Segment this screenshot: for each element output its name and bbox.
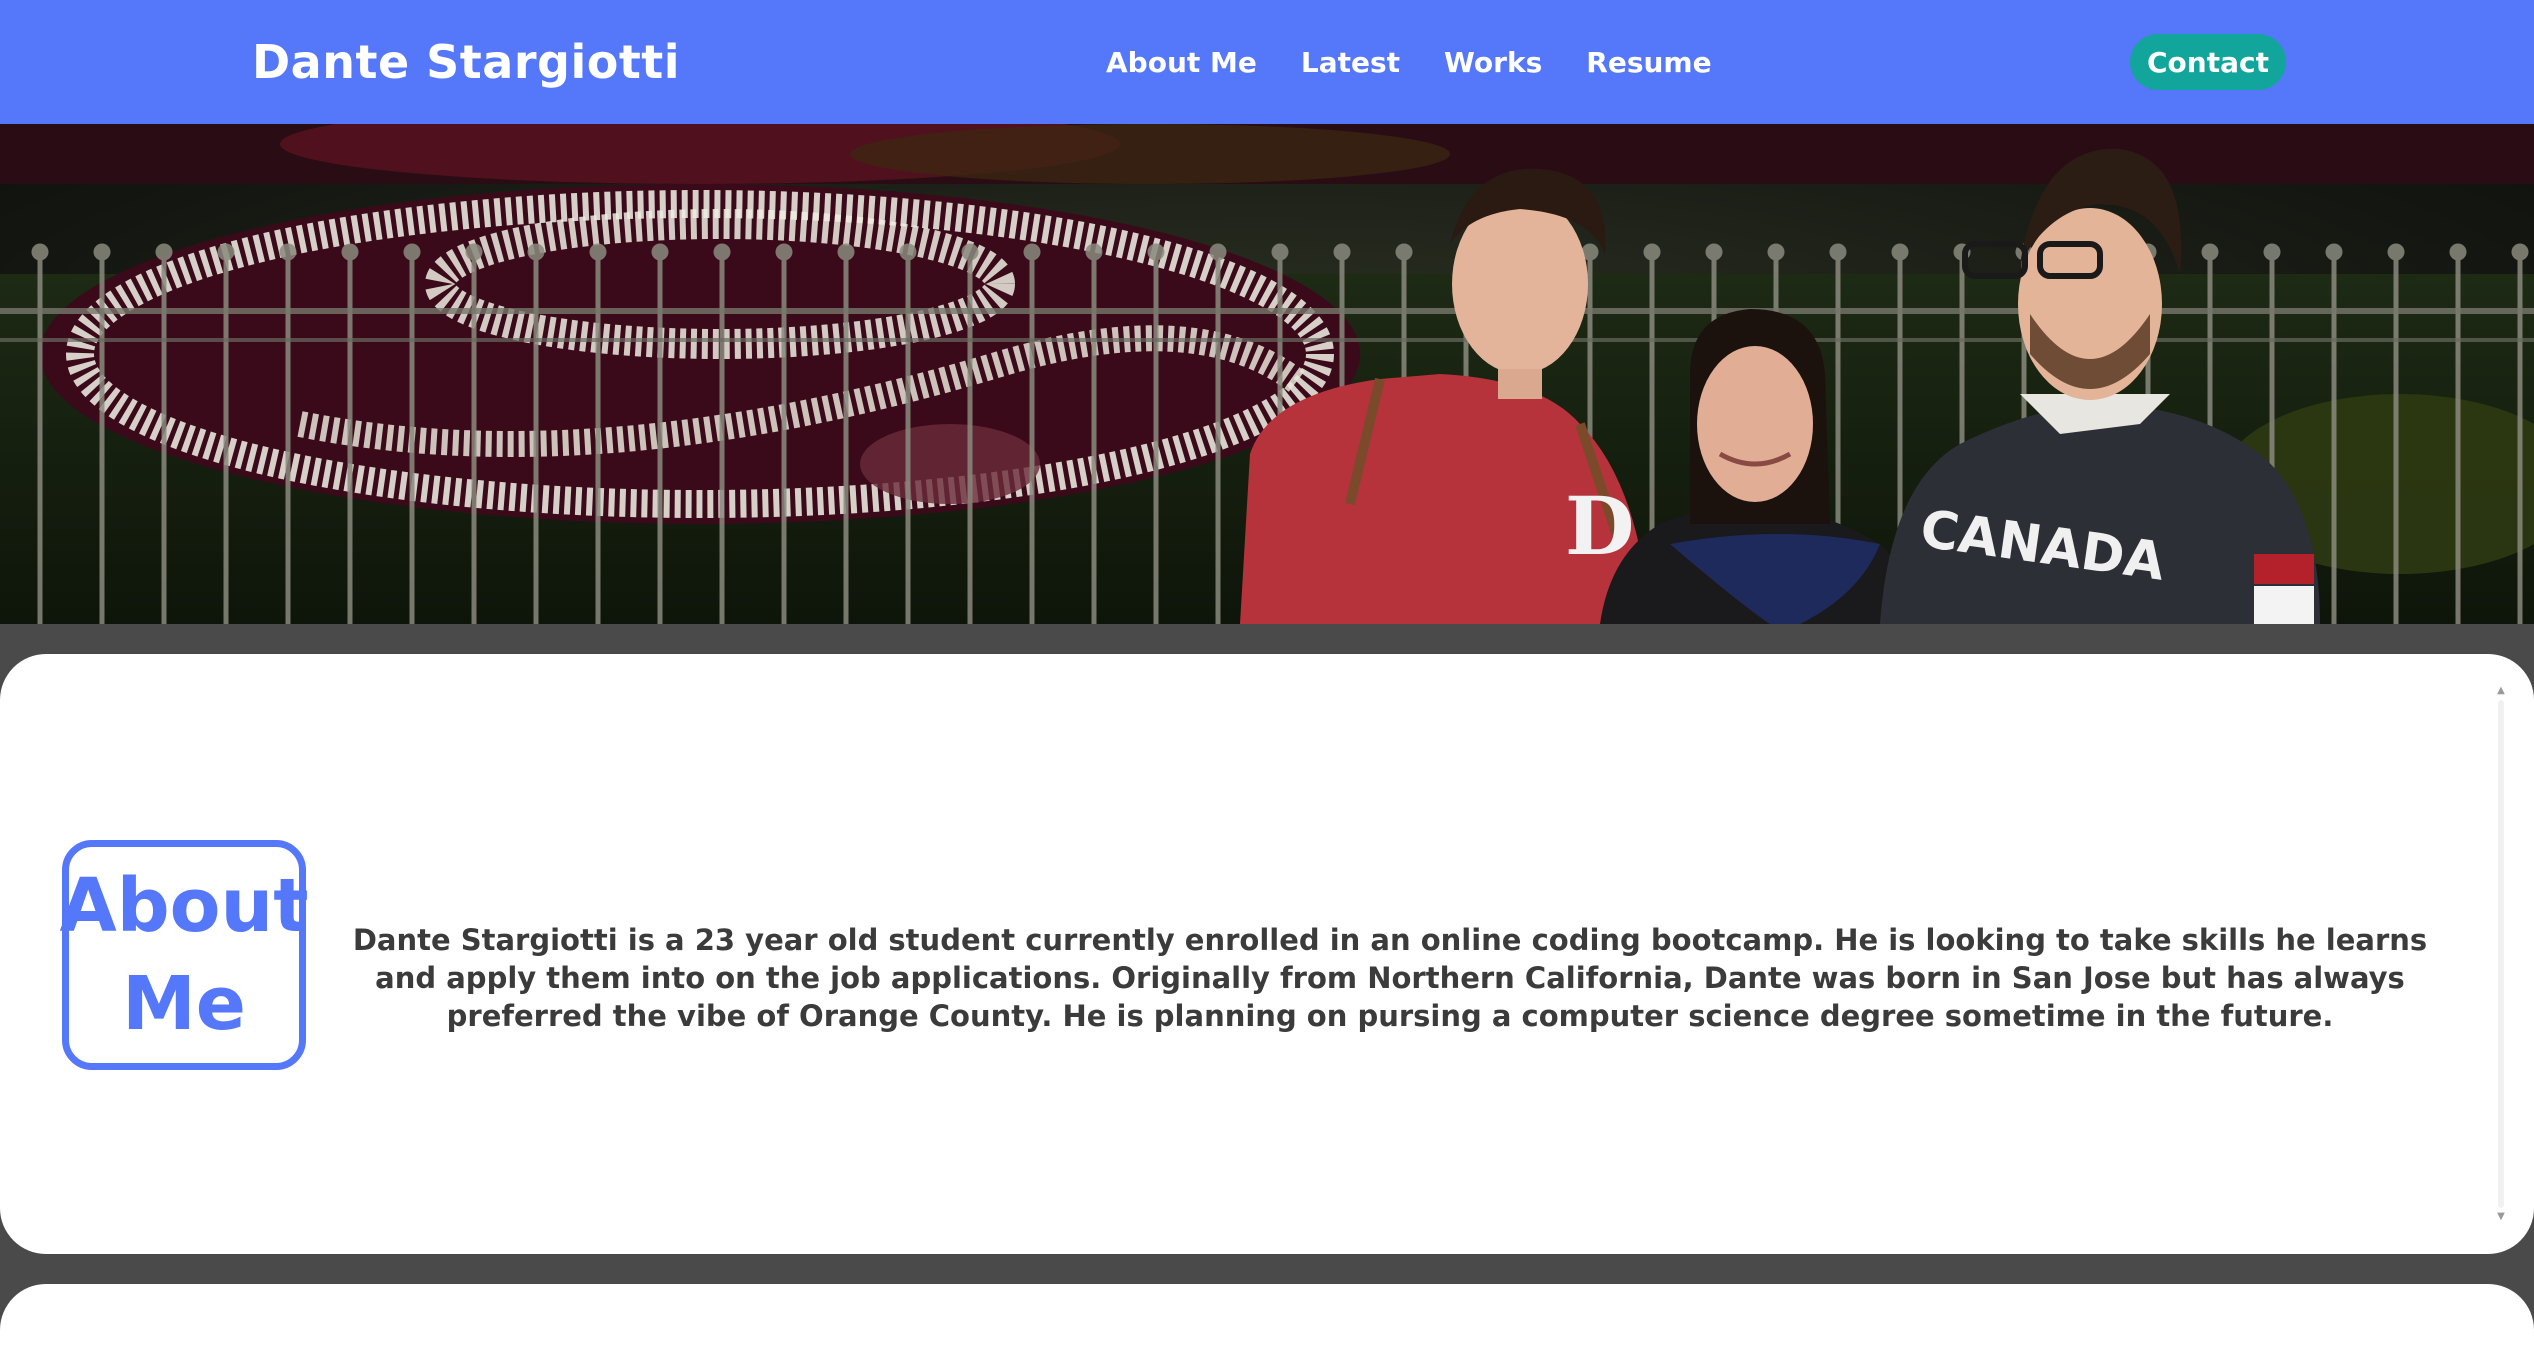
fence-finial — [2387, 243, 2405, 261]
fence-finial — [403, 243, 421, 261]
fence-finial — [2449, 243, 2467, 261]
fence-finial — [713, 243, 731, 261]
fence-finial — [837, 243, 855, 261]
fence-finial — [1705, 243, 1723, 261]
nav-latest[interactable]: Latest — [1301, 46, 1400, 79]
fence-finial — [527, 243, 545, 261]
fence-finial — [775, 243, 793, 261]
fence-finial — [2263, 243, 2281, 261]
nav-works[interactable]: Works — [1444, 46, 1542, 79]
fence-finial — [2325, 243, 2343, 261]
site-brand[interactable]: Dante Stargiotti — [252, 0, 680, 124]
nav-about-me[interactable]: About Me — [1106, 46, 1257, 79]
hero-photo: D CANADA — [0, 124, 2534, 624]
fence-finial — [93, 243, 111, 261]
fence-finial — [1085, 243, 1103, 261]
fence-finial — [2511, 243, 2529, 261]
fence-finial — [1271, 243, 1289, 261]
about-body-text: Dante Stargiotti is a 23 year old studen… — [352, 923, 2428, 1033]
fence-finial — [1209, 243, 1227, 261]
next-section — [0, 1284, 2534, 1364]
fence-finial — [465, 243, 483, 261]
fence-finial — [651, 243, 669, 261]
fence-finial — [1767, 243, 1785, 261]
about-heading-line2: Me — [122, 961, 246, 1047]
fence-finial — [1147, 243, 1165, 261]
nav-resume[interactable]: Resume — [1586, 46, 1711, 79]
fence-finial — [217, 243, 235, 261]
main-nav: About Me Latest Works Resume — [1106, 0, 1712, 124]
about-section: About Me Dante Stargiotti is a 23 year o… — [0, 654, 2534, 1254]
fence-finial — [279, 243, 297, 261]
scroll-up-arrow-icon[interactable]: ▲ — [2494, 684, 2508, 698]
fence-finial — [1023, 243, 1041, 261]
fence-finial — [1643, 243, 1661, 261]
fence-finial — [961, 243, 979, 261]
fence-finial — [1829, 243, 1847, 261]
site-header: Dante Stargiotti About Me Latest Works R… — [0, 0, 2534, 124]
fence-finial — [341, 243, 359, 261]
fence-finial — [1333, 243, 1351, 261]
fence-finial — [1395, 243, 1413, 261]
fence-finial — [1581, 243, 1599, 261]
contact-button[interactable]: Contact — [2130, 34, 2286, 90]
scroll-track[interactable] — [2498, 700, 2504, 1208]
about-heading: About Me — [59, 840, 309, 1070]
about-heading-line1: About — [59, 863, 309, 949]
scroll-down-arrow-icon[interactable]: ▼ — [2494, 1210, 2508, 1224]
fence-finial — [31, 243, 49, 261]
fence-finial — [589, 243, 607, 261]
fence-finial — [899, 243, 917, 261]
hero-photo-illustration: D CANADA — [0, 124, 2534, 624]
fence-finial — [155, 243, 173, 261]
about-scrollbar[interactable]: ▲ ▼ — [2494, 684, 2508, 1224]
fence-finial — [1891, 243, 1909, 261]
fence-finial — [2201, 243, 2219, 261]
